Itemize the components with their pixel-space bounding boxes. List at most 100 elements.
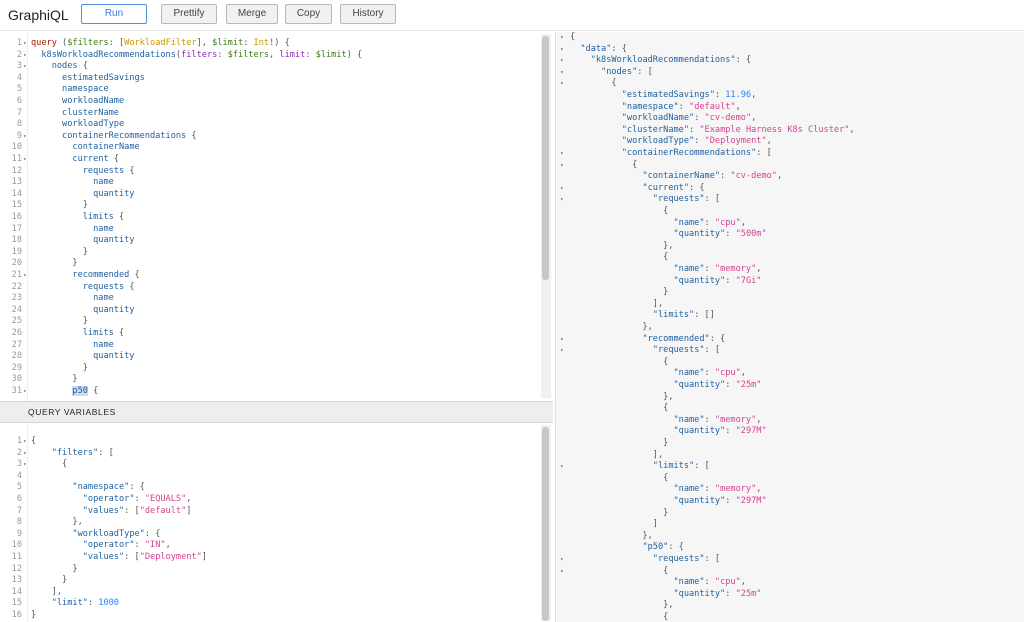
code-token: : <box>714 90 726 100</box>
line-number: 20 <box>11 258 22 269</box>
copy-button[interactable]: Copy <box>285 4 332 24</box>
code-token: : { <box>709 333 726 344</box>
code-token: "current" <box>642 182 690 193</box>
code-line: "values": ["Deployment"] <box>31 552 207 564</box>
code-token: } <box>31 374 78 385</box>
code-token: current <box>72 154 109 164</box>
run-button[interactable]: Run <box>81 4 147 24</box>
code-line: }, <box>570 600 673 612</box>
query-variables-header[interactable]: QUERY VARIABLES <box>0 401 553 423</box>
code-token: estimatedSavings <box>62 72 145 83</box>
fold-arrow-icon[interactable]: ▾ <box>23 131 27 143</box>
fold-arrow-icon[interactable]: ▾ <box>560 67 564 79</box>
code-line: } <box>31 610 36 622</box>
fold-arrow-icon[interactable]: ▾ <box>23 459 27 471</box>
fold-arrow-icon[interactable]: ▾ <box>560 78 564 90</box>
code-token: : <box>217 49 228 60</box>
code-line: "requests": [ <box>570 554 720 566</box>
code-token: "297M" <box>735 426 767 437</box>
code-token: ], <box>570 449 664 460</box>
code-token: { <box>87 386 99 396</box>
code-line: { <box>570 473 668 485</box>
code-token: : [ <box>108 38 125 48</box>
fold-arrow-icon[interactable]: ▾ <box>23 270 27 282</box>
query-editor[interactable]: 1 ▾ query ($filters: [WorkloadFilter], $li… <box>0 32 553 401</box>
code-line: workloadType <box>31 119 124 131</box>
code-token: { <box>113 212 125 222</box>
fold-arrow-icon[interactable]: ▾ <box>560 194 564 206</box>
code-line: "data": { <box>570 44 627 56</box>
code-line: "containerRecommendations": [ <box>570 148 772 160</box>
variables-editor[interactable]: 1 ▾{2 ▾ "filters": [3 ▾ {4 5 "namespace": {6… <box>0 423 553 622</box>
fold-arrow-icon[interactable]: ▾ <box>23 61 27 73</box>
code-line: } <box>31 374 78 386</box>
code-token: clusterName <box>62 107 119 118</box>
code-line: } <box>570 438 668 450</box>
code-line: k8sWorkloadRecommendations(filters: $fil… <box>31 50 362 62</box>
fold-arrow-icon[interactable]: ▾ <box>23 436 27 448</box>
query-scrollbar[interactable] <box>542 36 549 280</box>
line-number: 11 <box>11 552 22 562</box>
code-token: } <box>31 563 78 574</box>
code-token: "cpu" <box>714 577 741 588</box>
code-token: : { <box>735 55 752 66</box>
fold-arrow-icon[interactable]: ▾ <box>560 44 564 56</box>
line-number: 28 <box>11 351 22 362</box>
fold-arrow-icon[interactable]: ▾ <box>560 554 564 566</box>
code-line: "estimatedSavings": 11.96, <box>570 90 757 102</box>
code-line: }, <box>31 517 82 529</box>
history-button[interactable]: History <box>340 4 396 24</box>
code-token: : { <box>689 182 705 193</box>
prettify-button[interactable]: Prettify <box>161 4 217 24</box>
code-token: $limit <box>315 49 347 60</box>
code-token: "Deployment" <box>704 136 767 147</box>
fold-arrow-icon[interactable]: ▾ <box>23 154 27 166</box>
code-line: "current": { <box>570 182 705 195</box>
code-line: "quantity": "25m" <box>570 380 761 392</box>
code-token: : <box>694 136 705 147</box>
code-token: ] <box>201 552 207 562</box>
fold-arrow-icon[interactable]: ▾ <box>560 32 564 44</box>
fold-arrow-icon[interactable]: ▾ <box>560 461 564 473</box>
code-token: : [ <box>704 194 721 205</box>
fold-arrow-icon[interactable]: ▾ <box>23 386 27 398</box>
code-token: } <box>570 287 669 298</box>
fold-arrow-icon[interactable]: ▾ <box>560 334 564 346</box>
code-token: "cpu" <box>714 217 741 228</box>
variables-scrollbar[interactable] <box>542 427 549 621</box>
code-line: ] <box>570 519 658 531</box>
fold-arrow-icon[interactable]: ▾ <box>560 160 564 172</box>
fold-arrow-icon[interactable]: ▾ <box>560 345 564 357</box>
fold-arrow-icon[interactable]: ▾ <box>560 55 564 67</box>
fold-arrow-icon[interactable]: ▾ <box>23 50 27 62</box>
code-line: "quantity": "7Gi" <box>570 276 761 288</box>
code-token: : [ <box>98 447 114 458</box>
code-token: "p50" <box>642 542 669 553</box>
fold-arrow-icon[interactable]: ▾ <box>560 183 564 195</box>
code-token: { <box>108 154 119 164</box>
fold-arrow-icon[interactable]: ▾ <box>560 566 564 578</box>
code-token: { <box>570 78 617 89</box>
code-token: { <box>31 436 37 446</box>
fold-arrow-icon[interactable]: ▾ <box>23 448 27 460</box>
code-token: : <box>704 217 715 228</box>
code-line: } <box>31 363 88 375</box>
code-token: } <box>31 258 78 269</box>
fold-arrow-icon[interactable]: ▾ <box>23 38 27 50</box>
code-line: "workloadType": { <box>31 529 160 541</box>
line-number: 27 <box>11 339 22 350</box>
fold-arrow-icon[interactable]: ▾ <box>560 148 564 160</box>
code-line: name <box>31 224 114 236</box>
result-viewer[interactable]: ▾{▾ "data": {▾ "k8sWorkloadRecommendatio… <box>555 32 1024 622</box>
code-token: : <box>704 577 715 588</box>
merge-button[interactable]: Merge <box>226 4 278 24</box>
line-number: 22 <box>11 281 22 292</box>
code-line: "operator": "IN", <box>31 540 171 552</box>
code-line: name <box>31 293 114 305</box>
